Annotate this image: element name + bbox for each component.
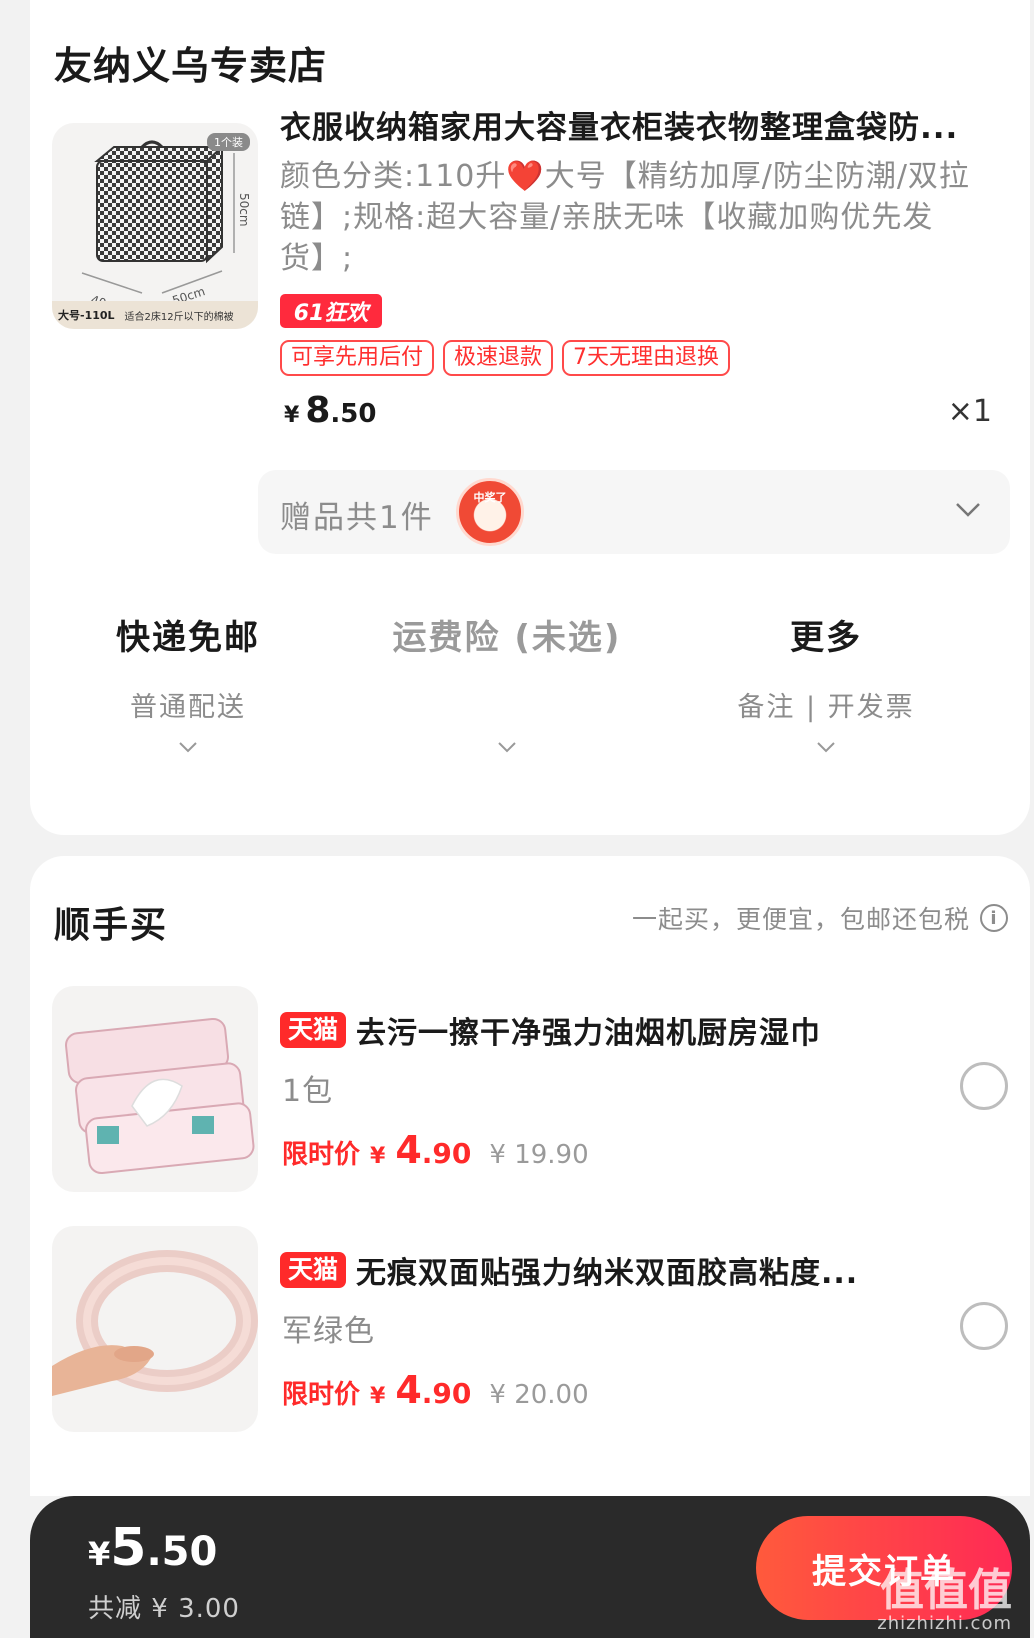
checkout-bar: ¥5.50 共减 ¥ 3.00 提交订单 值值值 zhizhizhi.com	[30, 1496, 1030, 1638]
shipping-insurance-sub	[357, 685, 657, 721]
original-price: ¥ 20.00	[489, 1380, 589, 1410]
service-tag-fast-refund: 极速退款	[443, 340, 554, 376]
promo-tag: 61狂欢	[280, 294, 382, 328]
more-option-sub: 备注 | 开发票	[737, 692, 915, 723]
addon-item-spec[interactable]: 军绿色	[282, 1306, 375, 1350]
more-option[interactable]: 更多 备注 | 开发票	[676, 610, 976, 759]
addon-item[interactable]: 天猫 去污一擦干净强力油烟机厨房湿巾 1包 限时价 ¥ 4 .90 ¥ 19.9…	[30, 986, 1030, 1192]
watermark: 值值值 zhizhizhi.com	[877, 1568, 1012, 1634]
chevron-down-icon[interactable]	[948, 490, 988, 530]
total-symbol: ¥	[88, 1535, 111, 1573]
addon-card: 顺手买 一起买，更便宜，包邮还包税 i 天猫 去污一擦干净强力油烟机厨房湿巾 1…	[30, 856, 1030, 1496]
storage-box-illustration: 40cm 50cm 50cm	[81, 140, 251, 316]
product-price: ¥8.50	[284, 390, 376, 431]
price-integer: 4	[395, 1128, 422, 1172]
product-title[interactable]: 衣服收纳箱家用大容量衣柜装衣物整理盒袋防...	[280, 102, 1010, 147]
shipping-insurance-title: 运费险 (未选)	[392, 618, 622, 658]
addon-item-spec[interactable]: 1包	[282, 1066, 333, 1110]
tape-roll-illustration	[52, 1250, 258, 1396]
shipping-option-sub: 普通配送	[130, 692, 246, 723]
size-strip: 大号-110L 适合2床12斤以下的棉被	[52, 301, 258, 329]
tmall-badge: 天猫	[280, 1252, 347, 1288]
price-integer: 8	[305, 390, 331, 431]
total-integer: 5	[110, 1518, 147, 1578]
watermark-logo: 值值值	[880, 1565, 1012, 1616]
price-symbol: ¥	[284, 403, 300, 428]
total-price: ¥5.50	[88, 1518, 217, 1578]
chevron-down-icon	[492, 735, 522, 759]
limited-price-label: 限时价	[282, 1380, 361, 1410]
size-label: 大号-110L	[58, 309, 115, 322]
chevron-down-icon	[811, 735, 841, 759]
size-note: 适合2床12斤以下的棉被	[124, 311, 234, 323]
gift-row[interactable]: 赠品共1件 中奖了	[258, 470, 1010, 554]
tmall-badge: 天猫	[280, 1012, 347, 1048]
saving-amount: 共减 ¥ 3.00	[88, 1594, 240, 1624]
addon-item-price: 限时价 ¥ 4 .90 ¥ 19.90	[282, 1128, 589, 1172]
addon-title: 顺手买	[54, 905, 169, 946]
service-tag-pay-later: 可享先用后付	[280, 340, 435, 376]
addon-desc[interactable]: 一起买，更便宜，包邮还包税 i	[632, 900, 1008, 936]
product-quantity: ×1	[947, 394, 992, 429]
product-image[interactable]: 40cm 50cm 50cm 1个装 大号-110L 适合2床12斤以下的棉被	[52, 123, 258, 329]
original-price: ¥ 19.90	[489, 1140, 589, 1170]
gift-label: 赠品共1件	[280, 500, 434, 536]
price-integer: 4	[395, 1368, 422, 1412]
wet-wipes-illustration	[65, 1017, 255, 1175]
info-icon[interactable]: i	[980, 904, 1008, 932]
price-decimal: .90	[421, 1137, 472, 1170]
select-radio[interactable]	[960, 1302, 1008, 1350]
addon-item-image[interactable]	[52, 1226, 258, 1432]
select-radio[interactable]	[960, 1062, 1008, 1110]
store-card: 友纳义乌专卖店 40cm 50cm 50cm 1个装 大号-110L	[30, 0, 1030, 835]
service-tags: 可享先用后付 极速退款 7天无理由退换	[280, 340, 731, 376]
watermark-url: zhizhizhi.com	[877, 1613, 1012, 1634]
service-tag-7day-return: 7天无理由退换	[562, 340, 731, 376]
pack-count-badge: 1个装	[207, 133, 250, 151]
chevron-down-icon	[173, 735, 203, 759]
more-option-title: 更多	[790, 618, 862, 658]
addon-item[interactable]: 天猫 无痕双面贴强力纳米双面胶高粘度... 军绿色 限时价 ¥ 4 .90 ¥ …	[30, 1226, 1030, 1432]
total-decimal: .50	[146, 1529, 218, 1575]
shipping-insurance-option[interactable]: 运费险 (未选)	[357, 610, 657, 759]
addon-item-name: 无痕双面贴强力纳米双面胶高粘度...	[356, 1256, 859, 1291]
price-decimal: .50	[330, 399, 377, 429]
product-spec[interactable]: 颜色分类:110升❤️大号【精纺加厚/防尘防潮/双拉链】;规格:超大容量/亲肤无…	[280, 156, 990, 279]
addon-desc-text: 一起买，更便宜，包邮还包税	[631, 905, 970, 934]
gift-thumb-text: 中奖了	[473, 491, 507, 504]
shipping-option-title: 快递免邮	[116, 618, 260, 658]
price-symbol: ¥	[370, 1144, 386, 1169]
price-symbol: ¥	[370, 1384, 386, 1409]
addon-item-title: 天猫 无痕双面贴强力纳米双面胶高粘度...	[280, 1248, 920, 1292]
addon-item-image[interactable]	[52, 986, 258, 1192]
dim-height-label: 50cm	[237, 193, 251, 227]
addon-item-name: 去污一擦干净强力油烟机厨房湿巾	[356, 1016, 822, 1051]
limited-price-label: 限时价	[282, 1140, 361, 1170]
gift-thumbnail: 中奖了	[456, 478, 524, 546]
addon-item-title: 天猫 去污一擦干净强力油烟机厨房湿巾	[280, 1008, 920, 1052]
shipping-option[interactable]: 快递免邮 普通配送	[38, 610, 338, 759]
addon-item-price: 限时价 ¥ 4 .90 ¥ 20.00	[282, 1368, 589, 1412]
price-decimal: .90	[421, 1377, 472, 1410]
store-name[interactable]: 友纳义乌专卖店	[54, 35, 327, 90]
